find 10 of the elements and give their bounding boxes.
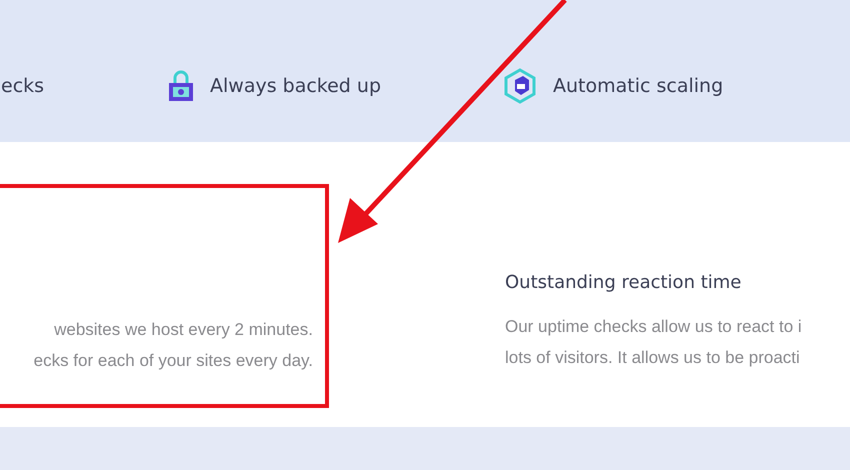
hexagon-icon — [503, 68, 537, 104]
feature-label: Always backed up — [210, 75, 382, 97]
description-line: websites we host every 2 minutes. — [53, 319, 313, 341]
feature-label: Automatic scaling — [553, 75, 724, 97]
feature-label: ecks — [1, 75, 44, 97]
description-line: Our uptime checks allow us to react to i — [505, 316, 802, 338]
description-line: lots of visitors. It allows us to be proacti — [505, 347, 801, 369]
description-line: ecks for each of your sites every day. — [34, 350, 313, 372]
lock-icon — [168, 70, 194, 102]
section-title: Outstanding reaction time — [505, 272, 742, 293]
